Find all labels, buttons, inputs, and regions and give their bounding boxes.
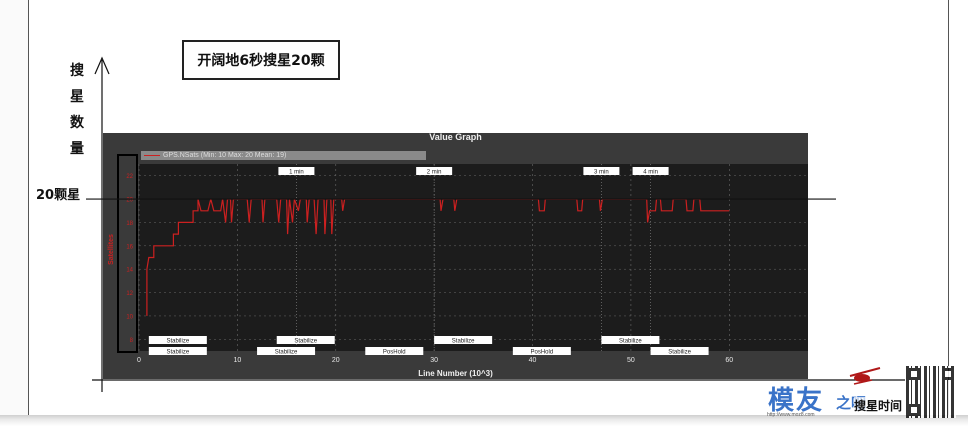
x-axis-label: Line Number (10^3)	[418, 369, 493, 378]
value-graph-panel	[103, 133, 808, 379]
reference-line-label: 20颗星	[36, 188, 81, 203]
watermark-url: http://www.moz8.com	[767, 412, 815, 418]
time-caption: 搜星时间	[854, 397, 903, 414]
legend-swatch	[144, 154, 160, 156]
page-border-left	[28, 0, 29, 415]
y-annotation-label: 搜 星 数 量	[68, 58, 86, 162]
y-annotation-char: 量	[70, 141, 84, 157]
helicopter-icon	[849, 367, 881, 385]
annotation-title-box: 开阔地6秒搜星20颗	[182, 40, 340, 80]
y-annotation-char: 搜	[70, 63, 84, 79]
chart-legend: GPS.NSats (Min: 10 Max: 20 Mean: 19)	[141, 151, 426, 160]
y-annotation-char: 数	[70, 115, 84, 131]
y-annotation-char: 星	[70, 89, 84, 105]
qr-code-icon	[906, 366, 956, 418]
left-margin-strip	[0, 0, 28, 415]
page-border-right	[948, 0, 949, 415]
chart-title: Value Graph	[429, 132, 482, 142]
legend-label: GPS.NSats (Min: 10 Max: 20 Mean: 19)	[163, 152, 287, 159]
y-axis-label: Satellites	[107, 234, 115, 265]
annotation-y-arrow	[94, 56, 110, 75]
